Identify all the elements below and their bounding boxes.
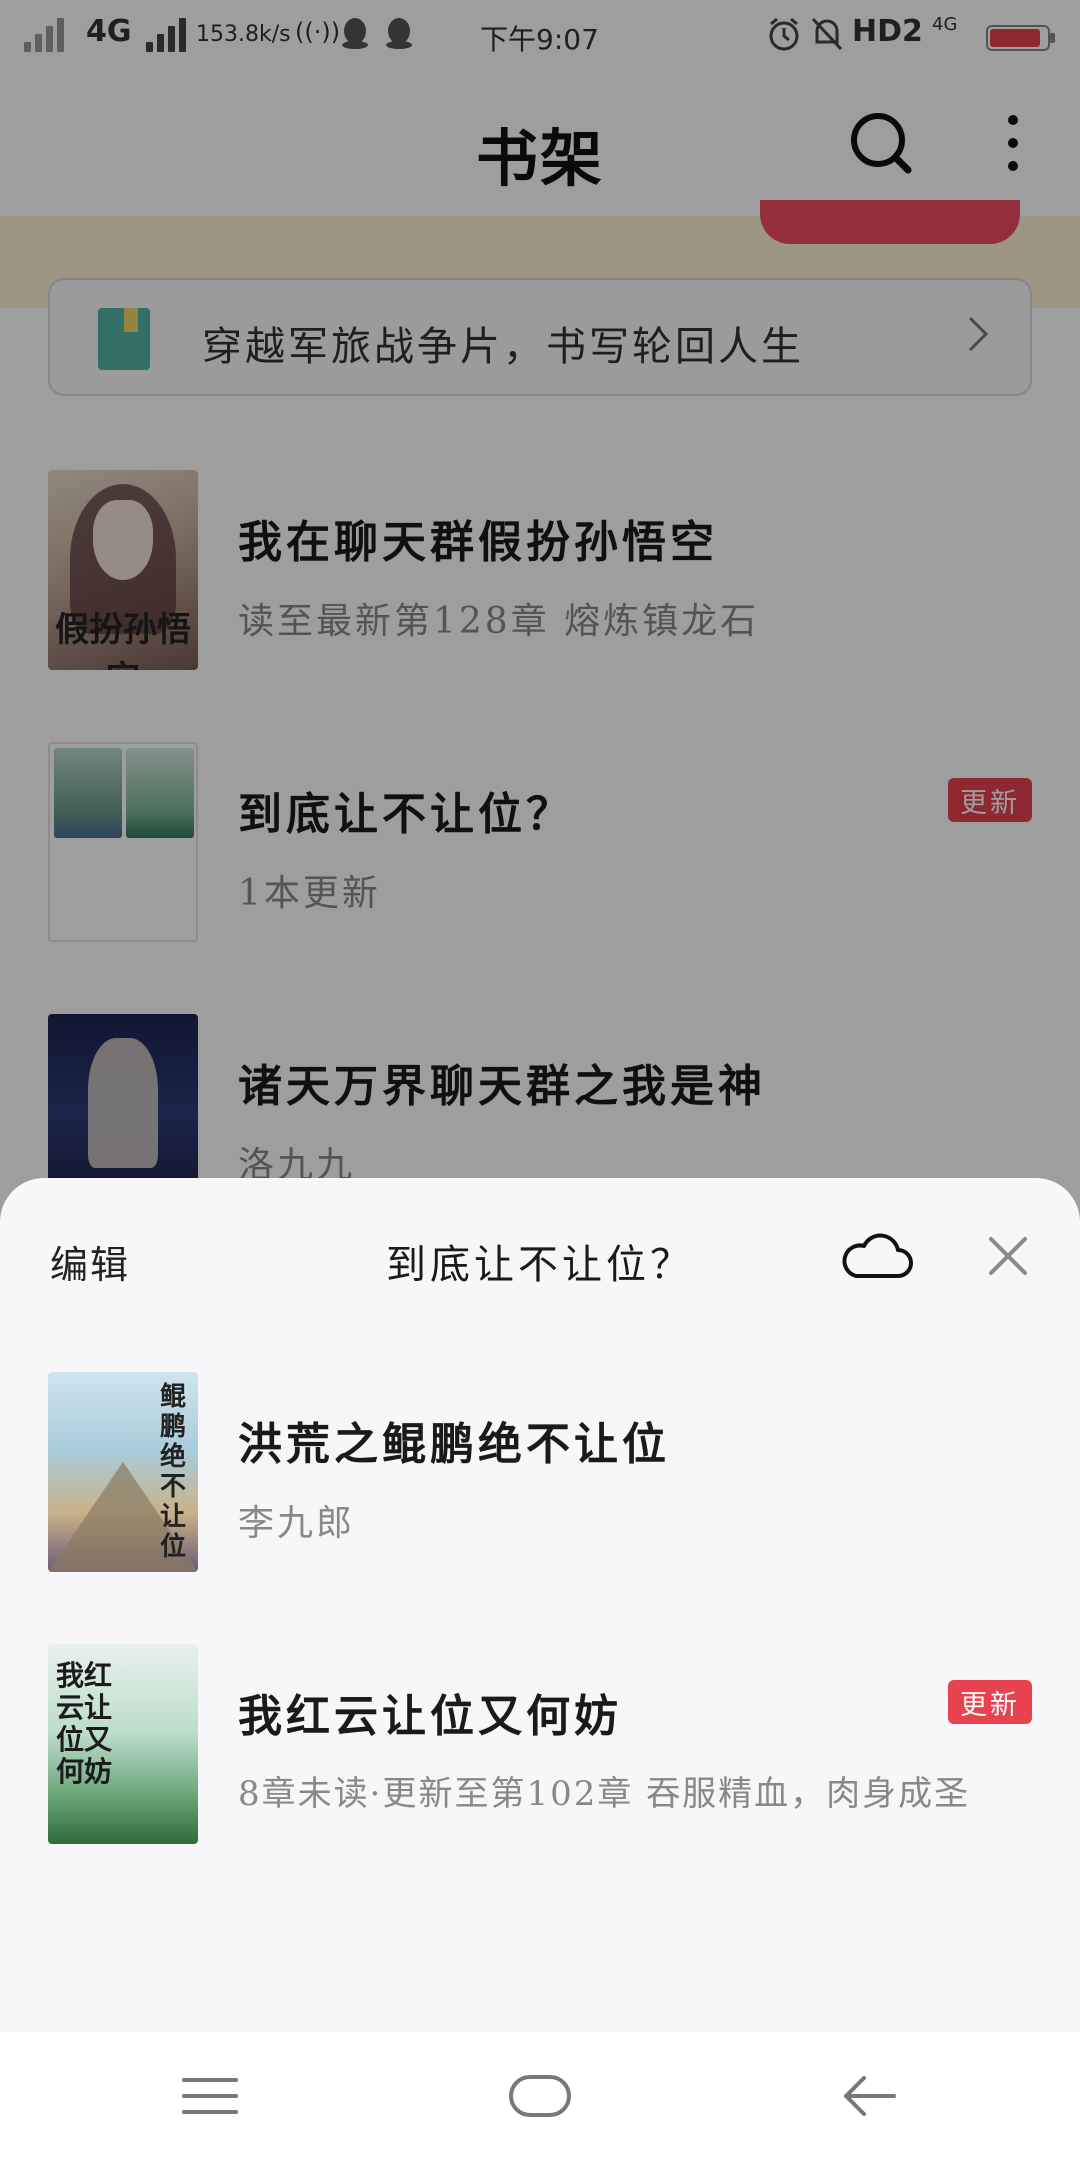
menu-icon[interactable] bbox=[150, 2066, 270, 2126]
book-item[interactable]: 我红云让位又何妨 我红云让位又何妨 8章未读·更新至第102章 吞服精血，肉身成… bbox=[48, 1644, 1032, 1844]
cloud-icon[interactable] bbox=[838, 1230, 914, 1284]
folder-bottom-sheet: 编辑 到底让不让位？ 鲲鹏绝不让位 洪荒之鲲鹏绝不让位 李九郎 我红云让位又何妨… bbox=[0, 1178, 1080, 2032]
book-cover: 我红云让位又何妨 bbox=[48, 1644, 198, 1844]
book-title: 我红云让位又何妨 bbox=[238, 1691, 622, 1742]
home-icon[interactable] bbox=[480, 2066, 600, 2126]
book-progress: 8章未读·更新至第102章 吞服精血，肉身成圣 bbox=[238, 1774, 971, 1814]
system-nav-bar bbox=[0, 2032, 1080, 2160]
book-cover: 鲲鹏绝不让位 bbox=[48, 1372, 198, 1572]
book-item[interactable]: 鲲鹏绝不让位 洪荒之鲲鹏绝不让位 李九郎 bbox=[48, 1372, 1032, 1572]
back-icon[interactable] bbox=[810, 2066, 930, 2126]
book-title: 洪荒之鲲鹏绝不让位 bbox=[238, 1419, 670, 1470]
close-icon[interactable] bbox=[985, 1233, 1031, 1279]
sheet-title: 到底让不让位？ bbox=[386, 1242, 694, 1288]
update-badge: 更新 bbox=[948, 1680, 1032, 1724]
book-author: 李九郎 bbox=[238, 1503, 356, 1544]
